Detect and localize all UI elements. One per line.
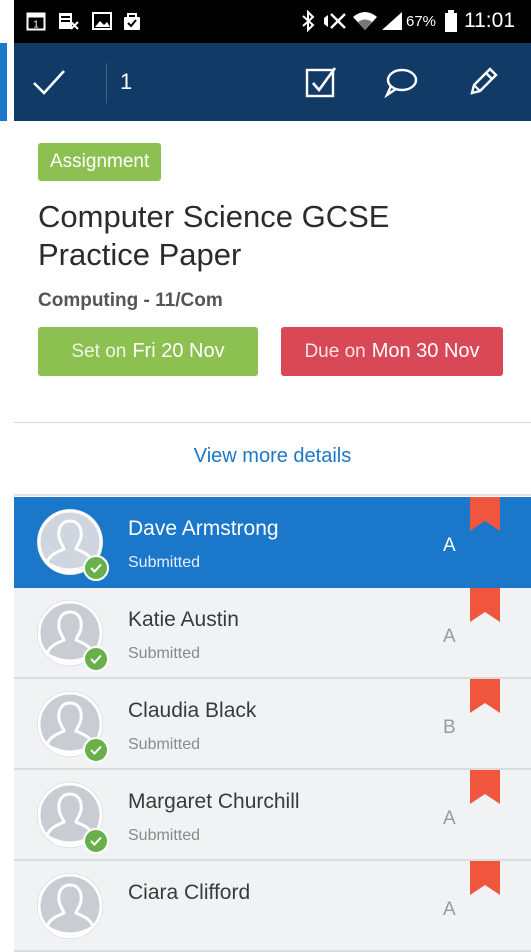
due-date-badge: Due on Mon 30 Nov: [281, 327, 503, 376]
student-name: Claudia Black: [128, 699, 257, 722]
student-status: Submitted: [128, 827, 201, 844]
due-date-label: Due on: [304, 340, 366, 362]
avatar-placeholder-icon: [37, 873, 103, 939]
comment-bubble-icon: [384, 68, 418, 98]
assignment-title: Computer Science GCSE Practice Paper: [38, 199, 390, 272]
shopping-bag-icon: [122, 10, 142, 32]
image-icon: [92, 10, 112, 32]
status-bar: 1 67% 11:01: [14, 0, 531, 43]
assignment-subject: Computing - 11/Com: [38, 290, 223, 311]
edit-button[interactable]: [462, 61, 504, 103]
student-row-margaret-churchill[interactable]: Margaret Churchill Submitted A: [14, 770, 531, 861]
student-row-dave-armstrong[interactable]: Dave Armstrong Submitted A: [14, 497, 531, 588]
student-grade: B: [443, 717, 456, 738]
bookmark-flag-icon[interactable]: [470, 497, 500, 531]
battery-percent: 67%: [406, 12, 437, 30]
due-date-value: Mon 30 Nov: [371, 340, 480, 362]
checkmark-icon: [33, 70, 65, 95]
set-date-label: Set on: [71, 340, 127, 362]
student-row-claudia-black[interactable]: Claudia Black Submitted B: [14, 679, 531, 770]
sim-card-icon: [58, 10, 80, 32]
student-grade: A: [443, 808, 456, 829]
submitted-check-icon: [83, 828, 109, 854]
divider: [14, 494, 531, 496]
bookmark-flag-icon[interactable]: [470, 861, 500, 895]
mute-icon: [322, 10, 348, 32]
done-button[interactable]: [28, 61, 70, 103]
battery-icon: [444, 10, 458, 32]
wifi-icon: [352, 10, 378, 32]
svg-text:1: 1: [33, 20, 39, 31]
left-edge-accent: [0, 43, 13, 121]
set-date-badge: Set on Fri 20 Nov: [38, 327, 258, 376]
divider: [14, 422, 531, 423]
checkbox-icon: [305, 67, 337, 98]
student-status: Submitted: [128, 554, 201, 571]
selected-count: 1: [120, 69, 133, 94]
bookmark-flag-icon[interactable]: [470, 770, 500, 804]
calendar-icon: 1: [26, 10, 46, 32]
comment-button[interactable]: [380, 61, 422, 103]
view-more-details-link[interactable]: View more details: [14, 445, 531, 468]
student-grade: A: [443, 535, 456, 556]
student-grade: A: [443, 899, 456, 920]
student-name: Katie Austin: [128, 608, 239, 631]
submitted-check-icon: [83, 646, 109, 672]
selection-app-bar: 1: [14, 43, 531, 121]
bookmark-flag-icon[interactable]: [470, 588, 500, 622]
bluetooth-icon: [301, 10, 315, 32]
bookmark-flag-icon[interactable]: [470, 679, 500, 713]
student-row-katie-austin[interactable]: Katie Austin Submitted A: [14, 588, 531, 679]
app-bar-divider: [106, 63, 107, 103]
clock: 11:01: [464, 9, 515, 32]
set-date-value: Fri 20 Nov: [132, 340, 225, 362]
student-name: Ciara Clifford: [128, 881, 251, 904]
student-status: Submitted: [128, 645, 201, 662]
pencil-icon: [470, 67, 498, 95]
mark-button[interactable]: [300, 61, 342, 103]
student-name: Dave Armstrong: [128, 517, 279, 540]
student-name: Margaret Churchill: [128, 790, 300, 813]
student-row-ciara-clifford[interactable]: Ciara Clifford A: [14, 861, 531, 952]
signal-icon: [380, 10, 404, 32]
submitted-check-icon: [83, 555, 109, 581]
submitted-check-icon: [83, 737, 109, 763]
assignment-type-badge: Assignment: [38, 143, 162, 181]
student-grade: A: [443, 626, 456, 647]
student-status: Submitted: [128, 736, 201, 753]
